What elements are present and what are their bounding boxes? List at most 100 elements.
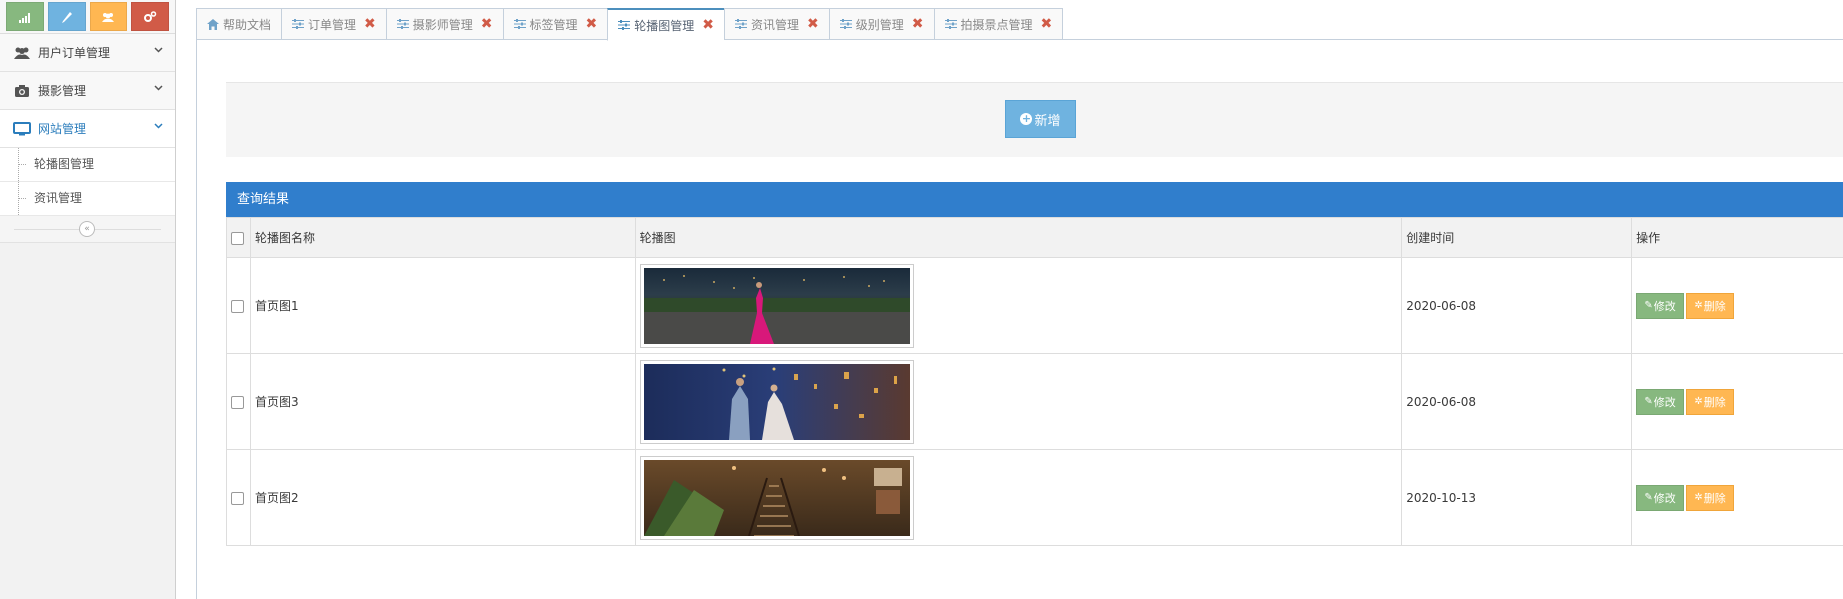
cell-created: 2020-06-08	[1401, 257, 1633, 354]
tab-label: 资讯管理	[751, 17, 800, 32]
shortcut-bar	[0, 0, 175, 34]
tab-news[interactable]: 资讯管理 ✖	[724, 8, 829, 40]
carousel-thumbnail	[639, 359, 914, 444]
results-header: 查询结果	[226, 182, 1843, 217]
chevron-down-icon	[154, 85, 163, 91]
close-icon[interactable]: ✖	[481, 16, 493, 32]
cell-image	[634, 449, 1403, 546]
table-row: 首页图1 2020-06-08 ✎ 修改 ✲ 删除	[226, 257, 1843, 354]
sidebar: 用户订单管理 摄影管理 网站管理 轮播图管理 资讯管理 «	[0, 0, 176, 599]
tab-bar: 帮助文档 订单管理 ✖ 摄影师管理 ✖ 标签管理 ✖ 轮播图管理 ✖ 资讯管理 …	[196, 8, 1064, 41]
users-icon	[12, 46, 32, 60]
chevron-down-icon	[154, 123, 163, 129]
gear-icon: ✲	[1694, 396, 1703, 407]
tab-photographers[interactable]: 摄影师管理 ✖	[385, 8, 503, 40]
sidebar-item-label: 摄影管理	[38, 84, 87, 98]
collapse-sidebar-button[interactable]: «	[79, 221, 95, 237]
close-icon[interactable]: ✖	[702, 17, 714, 33]
sidebar-item-label: 网站管理	[38, 122, 87, 136]
close-icon[interactable]: ✖	[364, 16, 376, 32]
signal-icon	[18, 12, 30, 23]
close-icon[interactable]: ✖	[1041, 16, 1053, 32]
row-select-cell	[226, 257, 251, 354]
results-table: 轮播图名称 轮播图 创建时间 操作 首页图1 2020-06-08 ✎ 修改 ✲…	[226, 217, 1843, 546]
tab-label: 级别管理	[855, 17, 904, 32]
column-header-image: 轮播图	[634, 217, 1403, 258]
add-button-label: 新增	[1034, 113, 1061, 129]
sidebar-item-user-orders[interactable]: 用户订单管理	[0, 34, 175, 72]
camera-icon	[12, 84, 32, 98]
cogs-icon	[144, 10, 157, 22]
delete-button[interactable]: ✲ 删除	[1686, 484, 1735, 511]
column-header-created: 创建时间	[1401, 217, 1633, 258]
column-header-name: 轮播图名称	[249, 217, 636, 258]
edit-button[interactable]: ✎ 修改	[1636, 292, 1685, 319]
tab-label: 订单管理	[308, 17, 357, 32]
tab-levels[interactable]: 级别管理 ✖	[828, 8, 934, 40]
table-row: 首页图2 2020-10-13 ✎ 修改 ✲ 删除	[226, 449, 1843, 546]
row-checkbox[interactable]	[231, 491, 244, 505]
column-header-actions: 操作	[1631, 217, 1843, 258]
night-city-couple-photo	[643, 363, 910, 440]
sidebar-subitem-news[interactable]: 资讯管理	[0, 182, 175, 216]
select-all-checkbox[interactable]	[231, 231, 244, 245]
sliders-icon	[735, 19, 748, 29]
shortcut-signal-button[interactable]	[6, 2, 44, 31]
sidebar-collapse-bar: «	[0, 216, 175, 243]
night-city-red-dress-photo	[643, 267, 910, 344]
tab-tags[interactable]: 标签管理 ✖	[502, 8, 608, 40]
tab-label: 摄影师管理	[412, 17, 473, 32]
sidebar-subitem-carousel[interactable]: 轮播图管理	[0, 148, 175, 182]
add-button[interactable]: + 新增	[1005, 100, 1076, 138]
sidebar-submenu: 轮播图管理 资讯管理	[0, 148, 175, 216]
delete-button[interactable]: ✲ 删除	[1686, 388, 1735, 415]
cell-actions: ✎ 修改 ✲ 删除	[1631, 257, 1843, 354]
row-checkbox[interactable]	[231, 395, 244, 409]
close-icon[interactable]: ✖	[912, 16, 924, 32]
plus-circle-icon: +	[1020, 112, 1033, 125]
cafe-staircase-photo	[643, 459, 910, 536]
sliders-icon	[396, 19, 409, 29]
tab-orders[interactable]: 订单管理 ✖	[281, 8, 386, 40]
shortcut-users-button[interactable]	[89, 2, 128, 31]
shortcut-cogs-button[interactable]	[131, 2, 169, 31]
tab-carousel[interactable]: 轮播图管理 ✖	[607, 8, 725, 41]
table-header-row: 轮播图名称 轮播图 创建时间 操作	[226, 217, 1843, 258]
toolbar: + 新增	[226, 82, 1843, 157]
carousel-thumbnail	[639, 263, 914, 348]
sliders-icon	[292, 19, 305, 29]
cell-image	[634, 353, 1403, 450]
cell-created: 2020-06-08	[1401, 353, 1633, 450]
row-checkbox[interactable]	[231, 299, 244, 313]
tab-help[interactable]: 帮助文档	[196, 8, 282, 40]
edit-button[interactable]: ✎ 修改	[1636, 388, 1685, 415]
tab-label: 帮助文档	[223, 17, 272, 32]
sliders-icon	[944, 19, 957, 29]
select-all-cell	[226, 217, 251, 258]
sidebar-item-label: 用户订单管理	[38, 46, 111, 60]
edit-button[interactable]: ✎ 修改	[1636, 484, 1685, 511]
cell-actions: ✎ 修改 ✲ 删除	[1631, 449, 1843, 546]
close-icon[interactable]: ✖	[807, 16, 819, 32]
edit-icon: ✎	[1644, 300, 1653, 311]
edit-icon: ✎	[1644, 396, 1653, 407]
tab-label: 轮播图管理	[634, 18, 695, 33]
users-icon	[102, 12, 115, 22]
home-icon	[207, 18, 219, 30]
sliders-icon	[839, 19, 852, 29]
sidebar-item-photography[interactable]: 摄影管理	[0, 72, 175, 110]
edit-icon: ✎	[1644, 492, 1653, 503]
row-select-cell	[226, 353, 251, 450]
shortcut-pencil-button[interactable]	[47, 2, 86, 31]
chevron-down-icon	[154, 47, 163, 53]
cell-created: 2020-10-13	[1401, 449, 1633, 546]
tab-locations[interactable]: 拍摄景点管理 ✖	[933, 8, 1064, 40]
delete-button[interactable]: ✲ 删除	[1686, 292, 1735, 319]
desktop-icon	[12, 121, 32, 136]
sidebar-item-website[interactable]: 网站管理	[0, 110, 175, 148]
tab-label: 标签管理	[529, 17, 578, 32]
pencil-icon	[61, 11, 72, 23]
close-icon[interactable]: ✖	[586, 16, 598, 32]
cell-actions: ✎ 修改 ✲ 删除	[1631, 353, 1843, 450]
content-border	[196, 40, 197, 599]
